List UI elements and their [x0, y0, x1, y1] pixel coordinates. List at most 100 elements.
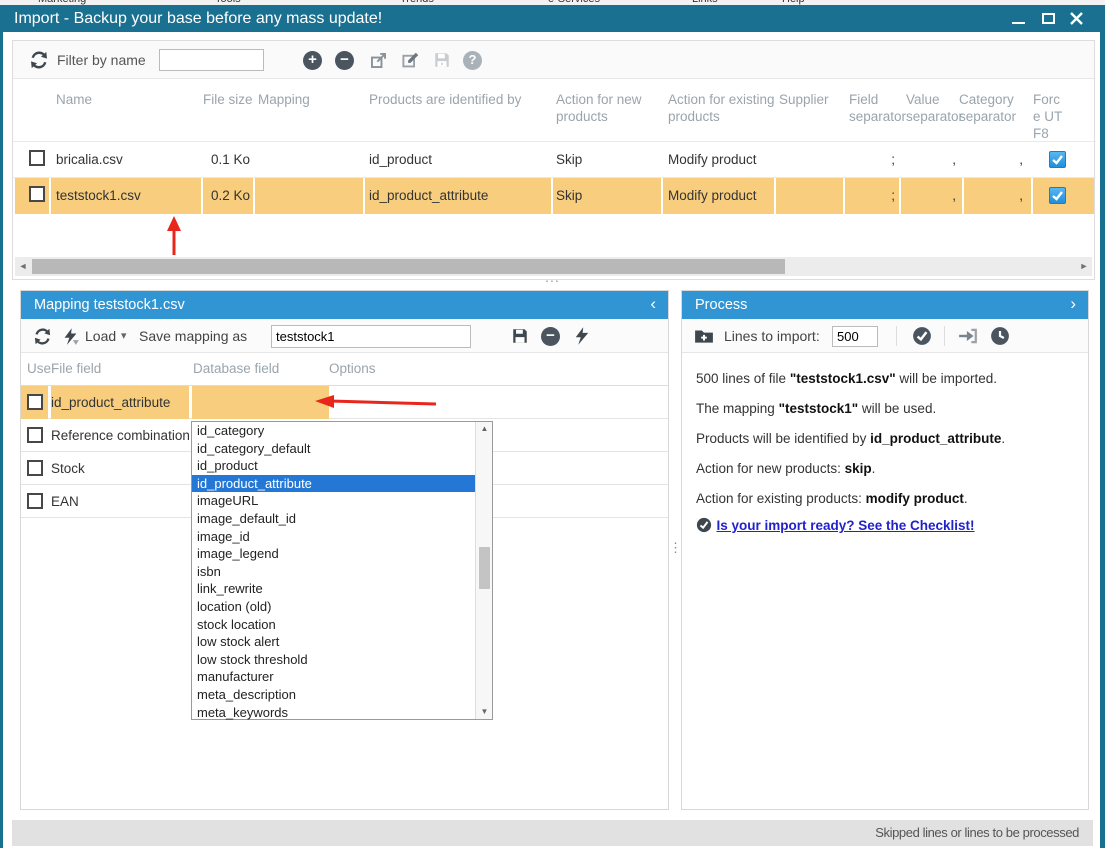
dropdown-item[interactable]: manufacturer [192, 668, 476, 686]
vertical-splitter[interactable]: ⋮ [669, 318, 681, 810]
dropdown-item[interactable]: meta_keywords [192, 704, 476, 722]
force-utf8-checkbox[interactable] [1049, 151, 1066, 168]
lines-to-import-input[interactable] [832, 326, 878, 347]
col-action-existing: Action for existing products [668, 91, 776, 125]
minimize-button[interactable] [1008, 5, 1030, 32]
toolbar-divider [896, 326, 897, 346]
dialog-titlebar: Import - Backup your base before any mas… [0, 5, 1105, 32]
dropdown-item[interactable]: id_category_default [192, 440, 476, 458]
dropdown-item[interactable]: location (old) [192, 598, 476, 616]
annotation-arrow-up [161, 215, 187, 257]
cell-category-separator: , [964, 178, 1031, 214]
col-value-separator: Value separator [906, 91, 964, 125]
help-button[interactable]: ? [463, 51, 482, 70]
import-arrow-icon [958, 327, 978, 345]
dropdown-item[interactable]: low stock threshold [192, 651, 476, 669]
col-name: Name [56, 91, 186, 108]
cell-name: teststock1.csv [51, 178, 201, 214]
edit-button[interactable] [401, 51, 420, 70]
save-mapping-button[interactable] [511, 327, 529, 345]
refresh-mapping-button[interactable] [33, 327, 52, 346]
remove-file-button[interactable]: − [335, 51, 354, 70]
checklist-row: Is your import ready? See the Checklist! [696, 517, 975, 535]
dialog-title: Import - Backup your base before any mas… [14, 5, 382, 32]
scrollbar-thumb[interactable] [479, 547, 490, 589]
dropdown-item[interactable]: low stock alert [192, 633, 476, 651]
cell-identified-by: id_product [365, 142, 551, 178]
refresh-icon [29, 50, 49, 70]
dropdown-scrollbar[interactable]: ▲ ▼ [475, 422, 492, 719]
dropdown-item[interactable]: id_product [192, 457, 476, 475]
database-field-dropdown: id_category id_category_default id_produ… [191, 421, 493, 720]
use-checkbox[interactable] [27, 460, 43, 476]
col-category-separator: Category separator [959, 91, 1023, 125]
save-disabled-button[interactable] [433, 51, 451, 69]
cell-value-separator: , [901, 178, 962, 214]
use-checkbox[interactable] [27, 427, 43, 443]
dropdown-item-selected[interactable]: id_product_attribute [192, 475, 476, 493]
minimize-icon [1012, 22, 1025, 24]
maximize-button[interactable] [1038, 5, 1060, 32]
files-panel: Filter by name + − ? Name [12, 40, 1095, 280]
folder-plus-icon [694, 327, 714, 345]
load-button-label[interactable]: Load [85, 319, 116, 353]
open-external-icon [369, 51, 388, 70]
dropdown-item[interactable]: image_default_id [192, 510, 476, 528]
cell-action-existing: Modify product [663, 178, 774, 214]
dropdown-item[interactable]: imageURL [192, 492, 476, 510]
refresh-button[interactable] [29, 50, 49, 70]
force-utf8-checkbox[interactable] [1049, 187, 1066, 204]
open-external-button[interactable] [369, 51, 388, 70]
col-use: Use [27, 361, 51, 376]
mapping-table-header: Use File field Database field Options [21, 353, 668, 386]
scroll-up-arrow[interactable]: ▲ [476, 422, 493, 436]
file-row-teststock1[interactable]: teststock1.csv 0.2 Ko id_product_attribu… [13, 177, 1096, 213]
row-checkbox[interactable] [29, 150, 45, 166]
cell-field-separator: ; [845, 178, 899, 214]
add-folder-button[interactable] [694, 327, 714, 345]
dropdown-item[interactable]: meta_description [192, 686, 476, 704]
dropdown-item[interactable]: stock location [192, 616, 476, 634]
close-button[interactable] [1066, 5, 1088, 32]
filter-input[interactable] [159, 49, 264, 71]
use-checkbox[interactable] [27, 493, 43, 509]
checklist-link[interactable]: Is your import ready? See the Checklist! [716, 518, 974, 533]
refresh-icon [33, 327, 52, 346]
dropdown-item[interactable]: isbn [192, 563, 476, 581]
row-checkbox[interactable] [29, 186, 45, 202]
schedule-button[interactable] [990, 326, 1010, 346]
col-field-separator: Field separator [849, 91, 909, 125]
apply-mapping-button[interactable] [573, 326, 591, 346]
col-file-size: File size [203, 91, 258, 108]
col-identified-by: Products are identified by [369, 91, 539, 108]
process-summary-line: 500 lines of file "teststock1.csv" will … [696, 369, 1076, 388]
load-mapping-icon[interactable] [61, 327, 80, 346]
lightning-icon [573, 326, 591, 346]
scroll-down-arrow[interactable]: ▼ [476, 705, 493, 719]
filter-label: Filter by name [57, 41, 146, 79]
process-panel-header: Process › [682, 291, 1088, 319]
load-caret-icon[interactable]: ▾ [121, 319, 127, 353]
cell-mapping [255, 142, 363, 178]
mapping-name-input[interactable] [271, 325, 471, 348]
dropdown-item[interactable]: image_legend [192, 545, 476, 563]
check-icon [1050, 188, 1065, 203]
expand-chevron-icon[interactable]: › [1070, 291, 1076, 317]
dropdown-item[interactable]: id_category [192, 422, 476, 440]
database-field-cell-empty[interactable] [192, 386, 329, 419]
collapse-chevron-icon[interactable]: ‹ [650, 291, 656, 317]
add-file-button[interactable]: + [303, 51, 322, 70]
delete-mapping-button[interactable]: − [541, 327, 560, 346]
cell-file-size: 0.1 Ko [203, 142, 258, 178]
cell-category-separator: , [964, 142, 1031, 178]
cell-name: bricalia.csv [51, 142, 201, 178]
run-import-button[interactable] [958, 327, 978, 345]
use-checkbox[interactable] [27, 394, 43, 410]
check-circle-icon [912, 326, 932, 346]
horizontal-splitter[interactable]: ... [0, 272, 1105, 288]
file-row-bricalia[interactable]: bricalia.csv 0.1 Ko id_product Skip Modi… [13, 141, 1096, 177]
dropdown-item[interactable]: image_id [192, 528, 476, 546]
clock-icon [990, 326, 1010, 346]
dropdown-item[interactable]: link_rewrite [192, 580, 476, 598]
validate-button[interactable] [912, 326, 932, 346]
